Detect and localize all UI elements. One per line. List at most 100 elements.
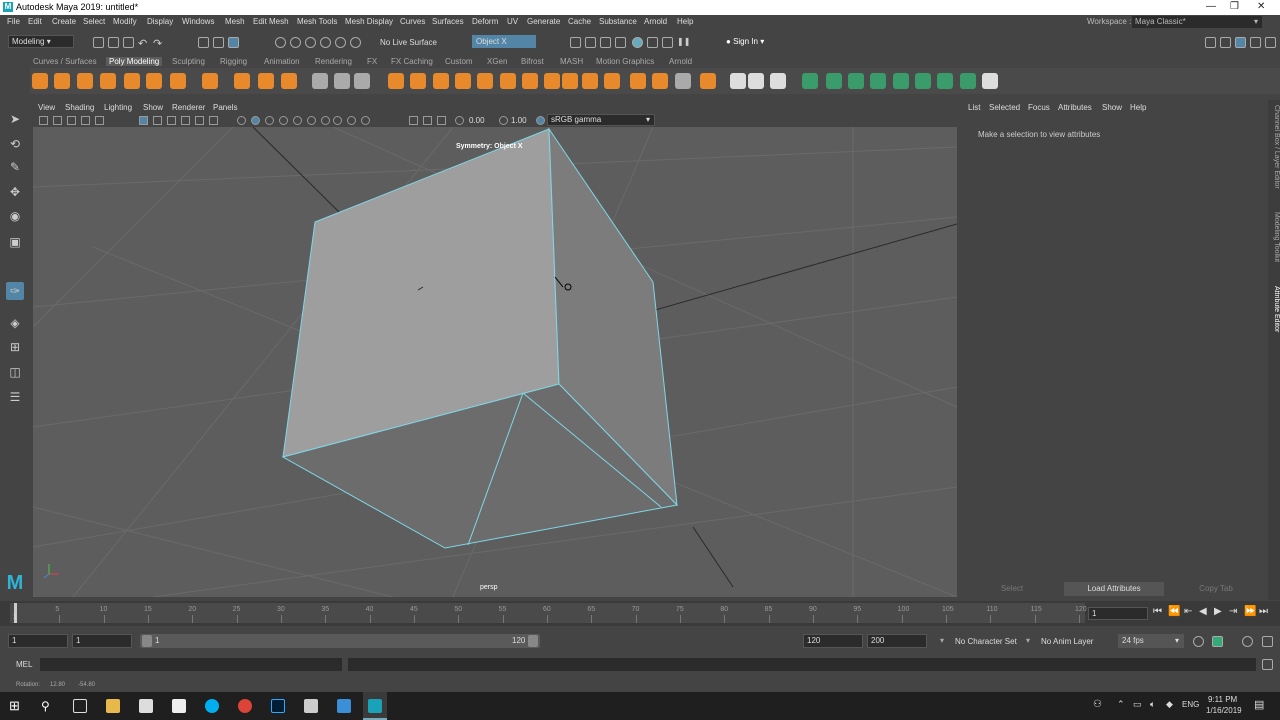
menu-windows[interactable]: Windows xyxy=(182,17,214,26)
windows-start-icon[interactable]: ⊞ xyxy=(9,699,23,713)
go-to-start-icon[interactable]: ⏮ xyxy=(1153,606,1162,617)
shelf-tab-mash[interactable]: MASH xyxy=(560,57,583,66)
anti-aliasing-icon[interactable] xyxy=(361,116,370,125)
image-plane-icon[interactable] xyxy=(67,116,76,125)
outliner-icon[interactable]: ☰ xyxy=(6,388,24,406)
restore-icon[interactable]: ❐ xyxy=(1230,1,1239,12)
shelf-tab-bifrost[interactable]: Bifrost xyxy=(521,57,544,66)
safe-action-icon[interactable] xyxy=(209,116,218,125)
snap-curve-icon[interactable] xyxy=(290,37,301,48)
save-scene-icon[interactable] xyxy=(123,37,134,48)
tab-modeling-toolkit[interactable]: Modeling Toolkit xyxy=(1268,212,1280,262)
fps-dropdown[interactable]: 24 fps ▾ xyxy=(1118,634,1184,648)
load-attributes-button[interactable]: Load Attributes xyxy=(1064,582,1164,596)
animation-start-field[interactable]: 1 xyxy=(8,634,68,648)
character-set-menu[interactable]: No Character Set xyxy=(955,637,1017,646)
mel-input[interactable] xyxy=(40,658,342,671)
poly-plane-icon[interactable] xyxy=(146,73,162,89)
attr-menu-selected[interactable]: Selected xyxy=(989,103,1020,112)
xray-icon[interactable] xyxy=(423,116,432,125)
open-scene-icon[interactable] xyxy=(108,37,119,48)
attr-menu-focus[interactable]: Focus xyxy=(1028,103,1050,112)
attr-menu-list[interactable]: List xyxy=(968,103,980,112)
target-weld-icon[interactable] xyxy=(582,73,598,89)
uv-auto-icon[interactable] xyxy=(848,73,864,89)
collapse-icon[interactable] xyxy=(604,73,620,89)
tab-attribute-editor[interactable]: Attribute Editor xyxy=(1268,286,1280,332)
mirror-icon[interactable] xyxy=(433,73,449,89)
mail-icon[interactable] xyxy=(172,699,186,713)
render-settings-icon[interactable] xyxy=(615,37,626,48)
menu-uv[interactable]: UV xyxy=(507,17,518,26)
attr-menu-show[interactable]: Show xyxy=(1102,103,1122,112)
character-set-arrow-icon[interactable]: ▾ xyxy=(940,636,944,645)
chrome-icon[interactable] xyxy=(238,699,252,713)
tab-channel-box[interactable]: Channel Box / Layer Editor xyxy=(1268,105,1280,189)
search-icon[interactable]: ⚲ xyxy=(41,699,55,713)
multi-cut-icon[interactable] xyxy=(700,73,716,89)
separate-icon[interactable] xyxy=(334,73,350,89)
skype-icon[interactable] xyxy=(205,699,219,713)
smooth-icon[interactable] xyxy=(354,73,370,89)
viewport-menu-view[interactable]: View xyxy=(38,103,55,112)
menu-surfaces[interactable]: Surfaces xyxy=(432,17,464,26)
tool-settings-icon[interactable] xyxy=(1235,37,1246,48)
network-icon[interactable]: ▭ xyxy=(1133,699,1142,710)
xray-joints-icon[interactable] xyxy=(437,116,446,125)
shelf-tab-fx[interactable]: FX xyxy=(367,57,377,66)
uv-editor-icon[interactable] xyxy=(870,73,886,89)
select-button[interactable]: Select xyxy=(962,582,1062,596)
step-forward-icon[interactable]: ⏩ xyxy=(1244,606,1256,617)
menu-curves[interactable]: Curves xyxy=(400,17,425,26)
color-management-icon[interactable] xyxy=(536,116,545,125)
shelf-tab-sculpting[interactable]: Sculpting xyxy=(172,57,205,66)
channel-box-icon[interactable] xyxy=(1250,37,1261,48)
grid-toggle-icon[interactable] xyxy=(139,116,148,125)
rotate-tool-icon[interactable]: ◉ xyxy=(6,207,24,225)
select-object-icon[interactable] xyxy=(213,37,224,48)
uv-toolkit-icon[interactable] xyxy=(982,73,998,89)
fill-hole-icon[interactable] xyxy=(522,73,538,89)
shelf-tab-fx-caching[interactable]: FX Caching xyxy=(391,57,433,66)
menu-display[interactable]: Display xyxy=(147,17,173,26)
extrude-icon[interactable] xyxy=(477,73,493,89)
poly-cone-icon[interactable] xyxy=(100,73,116,89)
menu-cache[interactable]: Cache xyxy=(568,17,591,26)
light-editor-icon[interactable] xyxy=(662,37,673,48)
four-view-icon[interactable]: ⊞ xyxy=(6,338,24,356)
shelf-tab-poly-modeling[interactable]: Poly Modeling xyxy=(106,57,163,66)
bool-icon[interactable] xyxy=(388,73,404,89)
poly-cylinder-icon[interactable] xyxy=(77,73,93,89)
gamma-value[interactable]: 1.00 xyxy=(511,116,527,125)
hypershade-icon[interactable] xyxy=(632,37,643,48)
next-key-icon[interactable]: ⇥ xyxy=(1229,606,1237,617)
platonic-solid-icon[interactable] xyxy=(202,73,218,89)
menu-edit-mesh[interactable]: Edit Mesh xyxy=(253,17,289,26)
shadows-icon[interactable] xyxy=(321,116,330,125)
type-tool-icon[interactable] xyxy=(258,73,274,89)
workspace-dropdown[interactable]: Maya Classic* ▾ xyxy=(1132,16,1262,28)
notifications-icon[interactable]: ▤ xyxy=(1254,698,1264,711)
tray-chevron-icon[interactable]: ⌃ xyxy=(1117,699,1125,710)
menu-create[interactable]: Create xyxy=(52,17,76,26)
clock-date[interactable]: 1/16/2019 xyxy=(1206,706,1242,715)
uv-cut-icon[interactable] xyxy=(893,73,909,89)
wireframe-on-shaded-icon[interactable] xyxy=(279,116,288,125)
snap-surface-icon[interactable] xyxy=(335,37,346,48)
smooth-shade-icon[interactable] xyxy=(251,116,260,125)
last-tool-icon[interactable]: ✑ xyxy=(6,282,24,300)
poly-sphere-icon[interactable] xyxy=(32,73,48,89)
menu-select[interactable]: Select xyxy=(83,17,105,26)
gate-mask-icon[interactable] xyxy=(181,116,190,125)
poly-cube-icon[interactable] xyxy=(54,73,70,89)
snap-view-icon[interactable] xyxy=(320,37,331,48)
pause-viewport-icon[interactable]: ❚❚ xyxy=(677,37,690,48)
menu-arnold[interactable]: Arnold xyxy=(644,17,667,26)
offset-edge-loop-icon[interactable] xyxy=(770,73,786,89)
anim-layer-arrow-icon[interactable]: ▾ xyxy=(1026,636,1030,645)
use-all-lights-icon[interactable] xyxy=(307,116,316,125)
motion-blur-icon[interactable] xyxy=(347,116,356,125)
poke-icon[interactable] xyxy=(630,73,646,89)
volume-icon[interactable]: 🔈︎ xyxy=(1150,699,1155,710)
settings-icon[interactable] xyxy=(1262,636,1273,647)
